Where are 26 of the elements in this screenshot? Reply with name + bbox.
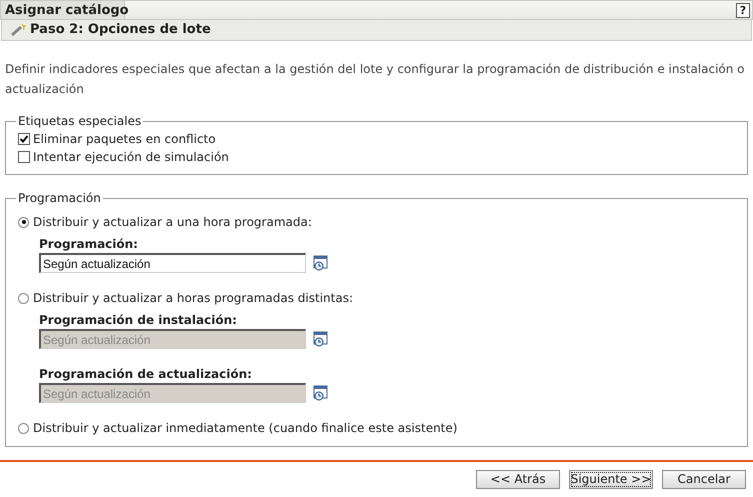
field-label: Programación:	[39, 236, 139, 253]
checkbox-label: Intentar ejecución de simulación	[33, 149, 229, 166]
calendar-clock-icon[interactable]	[313, 331, 329, 347]
group-legend: Etiquetas especiales	[16, 112, 144, 130]
radio-label: Distribuir y actualizar inmediatamente (cuando finalice este asistente)	[33, 420, 458, 437]
radio-button[interactable]	[18, 292, 29, 304]
schedule-field[interactable]: Según actualización	[39, 253, 306, 273]
description: Definir indicadores especiales que afectan a la gestión del lote y configurar la programación de distribución e instalación o actualización	[4, 61, 746, 98]
wizard-button[interactable]: Cancelar	[662, 470, 746, 489]
wizard-button[interactable]: Siguiente >>	[569, 470, 653, 489]
checkbox-label: Eliminar paquetes en conflicto	[33, 131, 216, 148]
radio-label: Distribuir y actualizar a una hora programada:	[33, 214, 312, 231]
calendar-clock-icon[interactable]	[313, 255, 329, 271]
step-title: Paso 2: Opciones de lote	[30, 21, 211, 40]
radio-button[interactable]	[18, 422, 29, 434]
help-button[interactable]: ?	[736, 2, 750, 18]
radio-button[interactable]	[18, 216, 29, 228]
calendar-clock-icon[interactable]	[313, 385, 329, 401]
checkbox[interactable]	[18, 133, 30, 145]
field-label: Programación de instalación:	[39, 312, 238, 329]
wizard-button[interactable]: << Atrás	[476, 470, 560, 489]
wand-icon	[10, 23, 26, 37]
radio-label: Distribuir y actualizar a horas programadas distintas:	[33, 290, 353, 307]
group-legend: Programación	[16, 189, 103, 207]
checkbox[interactable]	[18, 151, 30, 163]
field-label: Programación de actualización:	[39, 366, 253, 383]
